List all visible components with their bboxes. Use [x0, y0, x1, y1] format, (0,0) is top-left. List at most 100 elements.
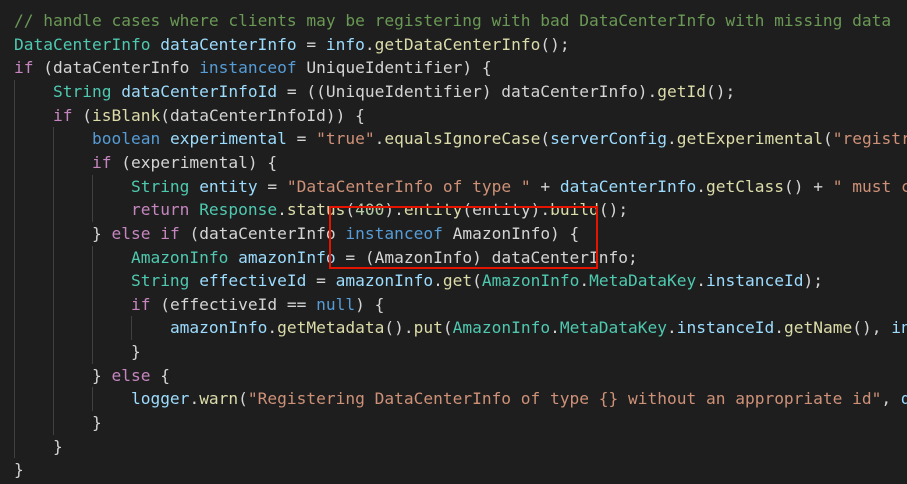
code-token: AmazonInfo [130, 247, 229, 267]
code-token: (dataCenterInfo [179, 223, 346, 243]
code-token: instanceof [345, 223, 443, 243]
code-token: String [52, 81, 112, 101]
code-token: (). [384, 318, 414, 338]
code-token: ( [442, 318, 453, 338]
code-token: } [14, 436, 63, 456]
code-token: else [111, 365, 151, 385]
code-token: effectiveId [199, 271, 307, 291]
code-token: if [91, 152, 112, 172]
code-line: String effectiveId = amazonInfo.get(Amaz… [14, 269, 823, 293]
code-token: instanceId [706, 271, 804, 291]
code-line: boolean experimental = "true".equalsIgno… [14, 127, 907, 151]
code-token: null [316, 294, 356, 314]
code-token: . [364, 34, 375, 54]
code-token: } [14, 342, 141, 362]
code-token: experimental [169, 129, 287, 149]
code-editor[interactable]: // handle cases where clients may be reg… [0, 0, 907, 484]
code-token: DataCenterInfo [14, 34, 151, 54]
code-token: (); [705, 81, 736, 101]
code-line: } [14, 340, 141, 364]
code-token: = [296, 34, 326, 54]
code-token: entity [199, 176, 258, 196]
code-token: MetaDataKey [559, 318, 668, 338]
code-token: ( [345, 200, 356, 220]
code-token: ( [540, 129, 551, 149]
code-token: } [14, 223, 112, 243]
code-token: . [189, 389, 200, 409]
code-line: return Response.status(400).entity(entit… [14, 198, 628, 222]
code-token: . [267, 318, 278, 338]
code-line: if (effectiveId == null) { [14, 293, 384, 317]
code-line: AmazonInfo amazonInfo = (AmazonInfo) dat… [14, 246, 638, 270]
code-token: (dataCenterInfo [33, 58, 200, 78]
code-token: . [550, 318, 560, 338]
code-token: MetaDataKey [589, 271, 697, 291]
code-token: ( [238, 389, 248, 409]
code-token: () + [784, 176, 833, 196]
code-line: String dataCenterInfoId = ((UniqueIdenti… [14, 80, 735, 104]
code-line: amazonInfo.getMetadata().put(AmazonInfo.… [14, 316, 907, 340]
code-token: warn [199, 389, 239, 409]
code-token: Response [199, 200, 278, 220]
code-token: equalsIgnoreCase [384, 129, 541, 149]
code-token: da [900, 389, 907, 409]
code-token: { [150, 365, 170, 385]
code-token: entity [403, 200, 463, 220]
code-token: getName [784, 318, 853, 338]
code-token: else [111, 223, 151, 243]
code-token: serverConfig [550, 129, 668, 149]
code-line: logger.warn("Registering DataCenterInfo … [14, 387, 907, 411]
code-token: = (AmazonInfo) dataCenterInfo; [335, 247, 638, 267]
code-token: . [374, 129, 385, 149]
code-token: = [306, 271, 336, 291]
code-token: "Registering DataCenterInfo of type {} w… [247, 389, 882, 409]
code-token: return [130, 200, 190, 220]
code-line: } else if (dataCenterInfo instanceof Ama… [14, 222, 579, 246]
code-token: (experimental) { [111, 152, 278, 172]
code-line: if (experimental) { [14, 151, 277, 175]
code-token: } [14, 365, 112, 385]
code-token: } [14, 413, 102, 433]
code-token: amazonInfo [169, 318, 268, 338]
code-token: String [130, 271, 190, 291]
code-token: "DataCenterInfo of type " [286, 176, 531, 196]
code-token: boolean [91, 129, 161, 149]
code-token: . [696, 271, 707, 291]
code-line: DataCenterInfo dataCenterInfo = info.get… [14, 33, 570, 57]
code-token: dataCenterInfo [160, 34, 297, 54]
code-token: dataCenterInfo [559, 176, 697, 196]
code-token: dataCenterInfoId [121, 81, 278, 101]
code-token: put [413, 318, 443, 338]
code-token: if [14, 58, 34, 78]
code-token: ( [822, 129, 833, 149]
code-token: = [257, 176, 287, 196]
code-line: } [14, 458, 24, 482]
code-token: " must co [832, 176, 907, 196]
code-token: (effectiveId == [150, 294, 317, 314]
code-token: instanceof [199, 58, 297, 78]
code-token: inf [891, 318, 907, 338]
code-token: + [530, 176, 560, 196]
code-token: UniqueIdentifier) { [296, 58, 492, 78]
code-token: . [774, 318, 784, 338]
code-line: } [14, 411, 102, 435]
code-token: . [667, 129, 677, 149]
code-line: } else { [14, 364, 170, 388]
code-token: ( [72, 105, 92, 125]
code-line: if (dataCenterInfo instanceof UniqueIden… [14, 56, 492, 80]
